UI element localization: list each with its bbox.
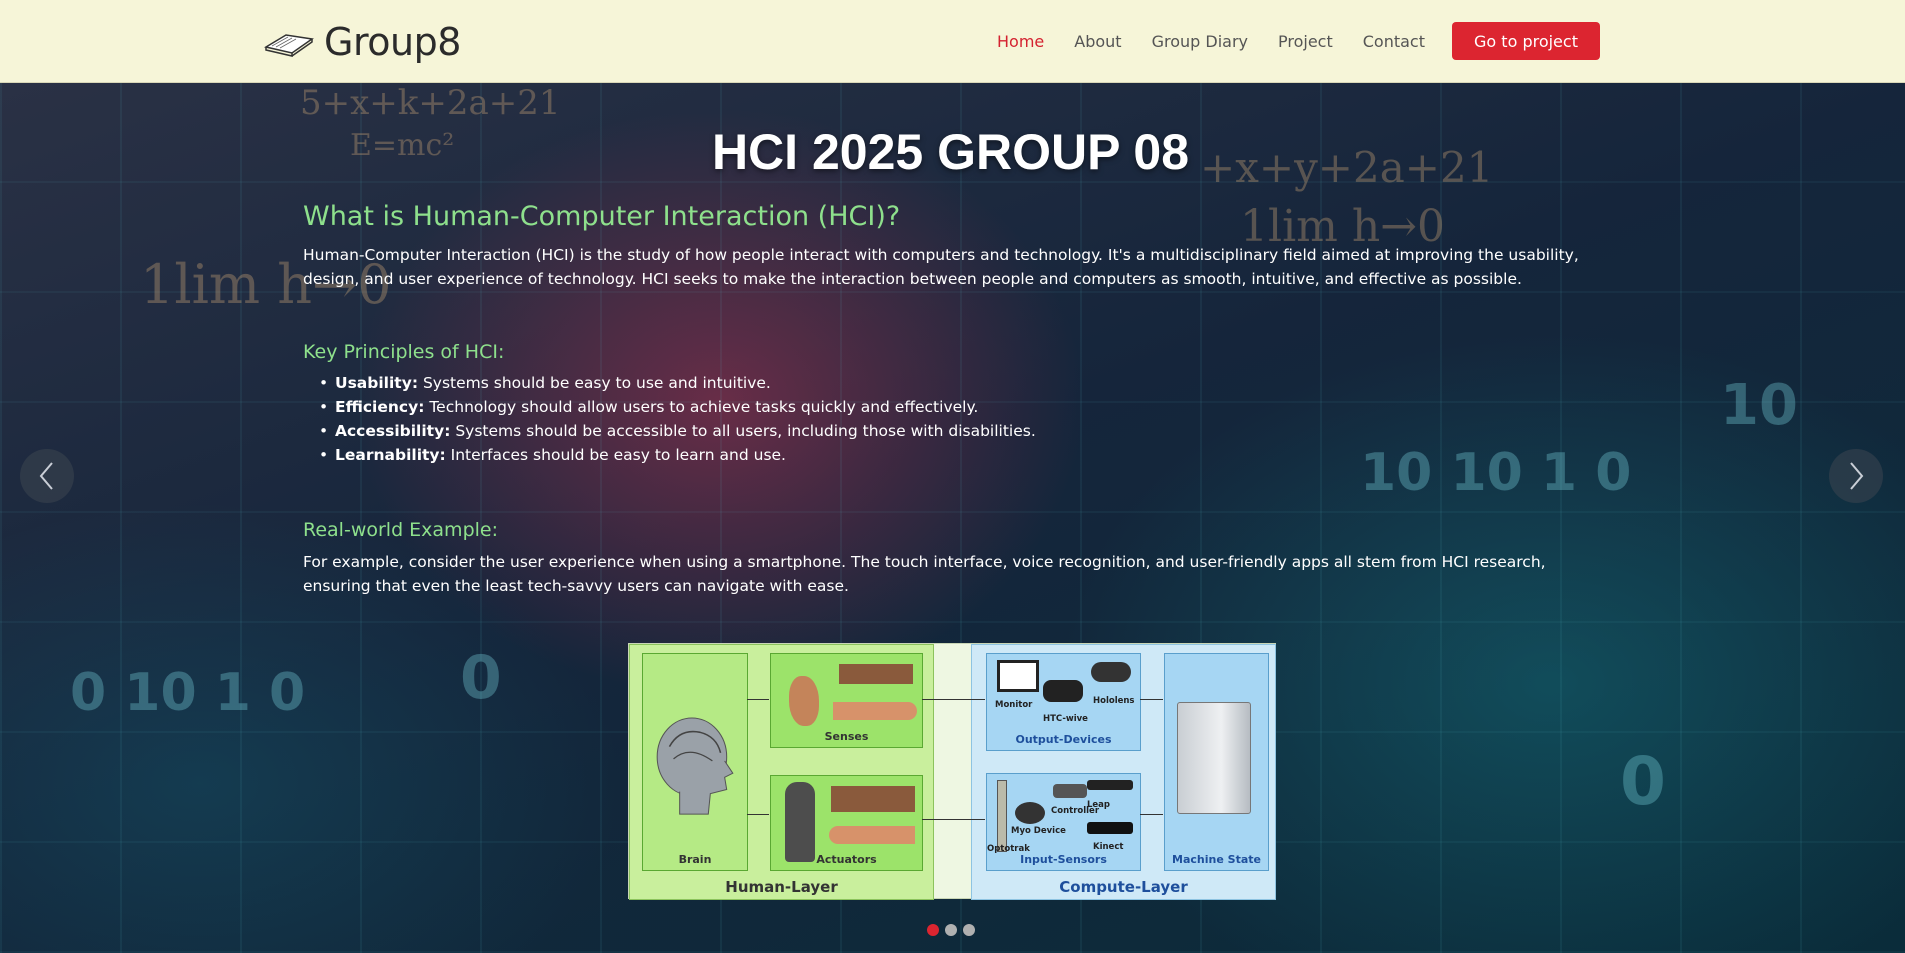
top-navbar: Group8 Home About Group Diary Project Co… bbox=[0, 0, 1905, 83]
nav-home[interactable]: Home bbox=[997, 32, 1044, 51]
arrow-icon bbox=[747, 814, 769, 815]
kinect-image bbox=[1087, 822, 1133, 834]
decorative-number: 0 10 1 0 bbox=[70, 663, 306, 723]
principle-term: Usability: bbox=[335, 374, 419, 392]
principle-term: Accessibility: bbox=[335, 422, 451, 440]
decorative-number: 0 bbox=[460, 643, 502, 713]
principle-term: Learnability: bbox=[335, 446, 446, 464]
main-nav: Home About Group Diary Project Contact bbox=[967, 0, 1425, 83]
nav-project[interactable]: Project bbox=[1278, 32, 1333, 51]
senses-box: Senses bbox=[770, 653, 923, 748]
myo-label: Myo Device bbox=[1011, 826, 1066, 836]
arrow-icon bbox=[747, 699, 769, 700]
ear-image bbox=[789, 676, 819, 726]
arrow-icon bbox=[922, 699, 985, 700]
list-item: Usability: Systems should be easy to use… bbox=[319, 371, 1036, 395]
decorative-number: 0 bbox=[1620, 743, 1666, 820]
nav-group-diary[interactable]: Group Diary bbox=[1152, 32, 1248, 51]
brand[interactable]: Group8 bbox=[264, 18, 461, 66]
chevron-left-icon bbox=[39, 462, 53, 490]
carousel-prev-button[interactable] bbox=[20, 449, 74, 503]
carousel-dot-3[interactable] bbox=[963, 924, 975, 936]
arrow-icon bbox=[922, 819, 985, 820]
input-sensors-label: Input-Sensors bbox=[1020, 853, 1107, 866]
hand-image bbox=[829, 826, 915, 844]
chevron-right-icon bbox=[1850, 462, 1864, 490]
human-layer-label: Human-Layer bbox=[725, 878, 838, 896]
carousel-dot-1[interactable] bbox=[927, 924, 939, 936]
list-item: Efficiency: Technology should allow user… bbox=[319, 395, 1036, 419]
head-icon bbox=[656, 717, 734, 815]
actuators-label: Actuators bbox=[816, 853, 877, 866]
section-text-example: For example, consider the user experienc… bbox=[303, 553, 1546, 595]
nav-contact[interactable]: Contact bbox=[1363, 32, 1425, 51]
machine-state-box: Machine State bbox=[1164, 653, 1269, 871]
brain-box: Brain bbox=[642, 653, 748, 871]
carousel-dot-2[interactable] bbox=[945, 924, 957, 936]
vr-headset-image bbox=[1043, 680, 1083, 702]
monitor-label: Monitor bbox=[995, 700, 1033, 710]
monitor-image bbox=[997, 660, 1039, 692]
leap-image bbox=[1087, 780, 1133, 790]
compute-layer-panel: Monitor HTC-wive Hololens Output-Devices… bbox=[971, 644, 1276, 900]
output-devices-box: Monitor HTC-wive Hololens Output-Devices bbox=[986, 653, 1141, 751]
section-heading-what-is-hci: What is Human-Computer Interaction (HCI)… bbox=[303, 201, 901, 232]
principle-term: Efficiency: bbox=[335, 398, 425, 416]
actuators-box: Actuators bbox=[770, 775, 923, 871]
compute-layer-label: Compute-Layer bbox=[1059, 878, 1188, 896]
myo-image bbox=[1015, 802, 1045, 824]
carousel-indicators bbox=[927, 924, 981, 936]
controller-image bbox=[1053, 784, 1087, 798]
kinect-label: Kinect bbox=[1093, 842, 1124, 852]
hololens-image bbox=[1091, 662, 1131, 682]
section-heading-principles: Key Principles of HCI: bbox=[303, 341, 505, 363]
go-to-project-button[interactable]: Go to project bbox=[1452, 22, 1600, 60]
hand-image bbox=[833, 702, 917, 720]
senses-label: Senses bbox=[824, 730, 869, 743]
output-devices-label: Output-Devices bbox=[1015, 733, 1112, 746]
optotrak-image bbox=[997, 780, 1007, 852]
arrow-icon bbox=[1140, 814, 1163, 815]
machine-state-label: Machine State bbox=[1172, 853, 1261, 866]
mouth-image bbox=[831, 786, 915, 812]
computer-tower-image bbox=[1177, 702, 1251, 814]
section-text-what-is-hci: Human-Computer Interaction (HCI) is the … bbox=[303, 246, 1579, 288]
principle-text: Systems should be easy to use and intuit… bbox=[418, 374, 771, 392]
hololens-label: Hololens bbox=[1093, 696, 1135, 706]
list-item: Learnability: Interfaces should be easy … bbox=[319, 443, 1036, 467]
carousel-next-button[interactable] bbox=[1829, 449, 1883, 503]
human-layer-panel: Brain Senses Actuators Human-Layer bbox=[629, 644, 934, 900]
input-sensors-box: Leap Controller Myo Device Optotrak Kine… bbox=[986, 773, 1141, 871]
decorative-number: 10 10 1 0 bbox=[1360, 443, 1632, 503]
eyes-image bbox=[839, 664, 913, 684]
brand-name: Group8 bbox=[324, 20, 461, 64]
list-item: Accessibility: Systems should be accessi… bbox=[319, 419, 1036, 443]
book-logo-icon bbox=[264, 34, 314, 57]
htc-label: HTC-wive bbox=[1043, 714, 1088, 724]
principle-text: Systems should be accessible to all user… bbox=[450, 422, 1036, 440]
page-title: HCI 2025 GROUP 08 bbox=[711, 124, 1190, 180]
hci-diagram: Brain Senses Actuators Human-Layer Monit… bbox=[628, 643, 1276, 900]
section-heading-example: Real-world Example: bbox=[303, 519, 499, 541]
decorative-number: 10 bbox=[1720, 373, 1798, 438]
controller-label: Controller bbox=[1051, 806, 1100, 816]
brain-label: Brain bbox=[678, 853, 712, 866]
principle-text: Technology should allow users to achieve… bbox=[424, 398, 979, 416]
decorative-math: 5+x+k+2a+21 bbox=[300, 83, 561, 123]
arrow-icon bbox=[1140, 699, 1163, 700]
principle-text: Interfaces should be easy to learn and u… bbox=[445, 446, 786, 464]
principles-list: Usability: Systems should be easy to use… bbox=[319, 371, 1036, 467]
nav-about[interactable]: About bbox=[1074, 32, 1121, 51]
person-image bbox=[785, 782, 815, 862]
